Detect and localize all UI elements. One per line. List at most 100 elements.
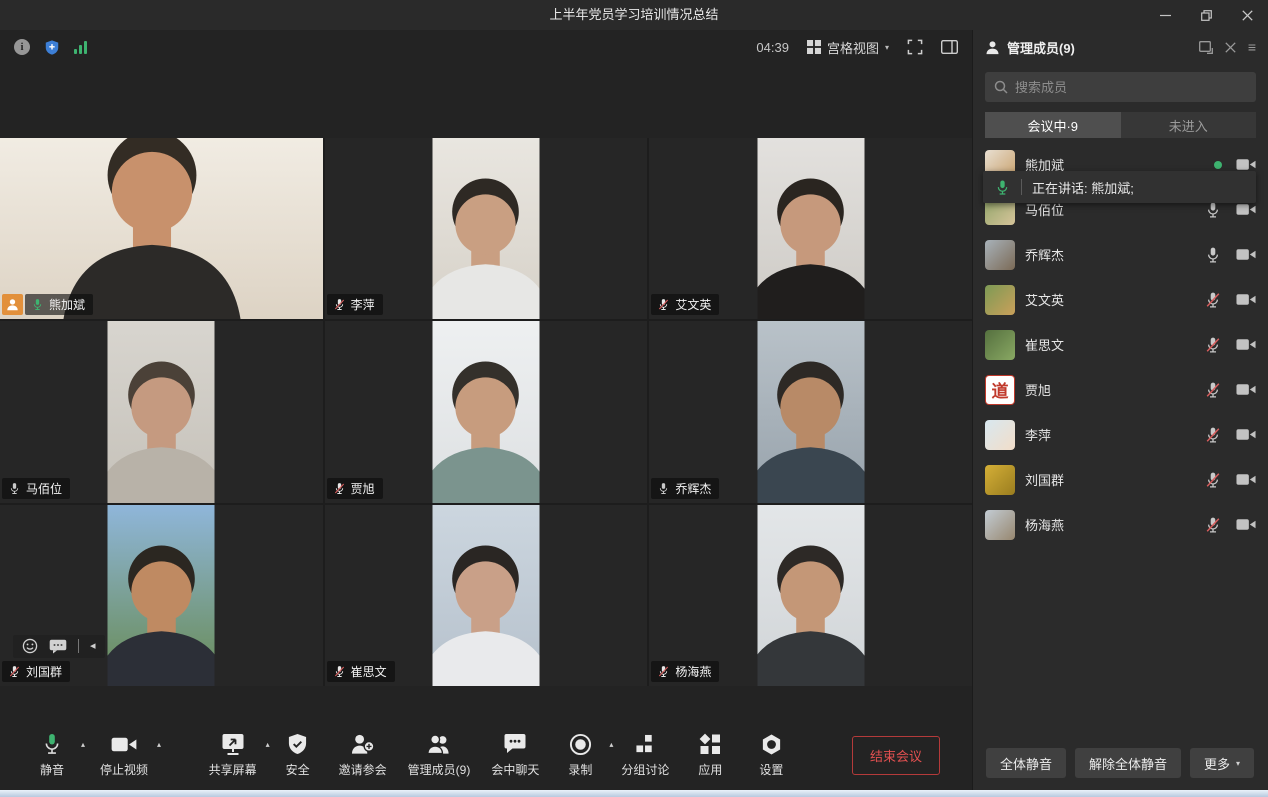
camera-icon [1236,518,1256,531]
camera-icon [1236,203,1256,216]
video-tile[interactable]: 贾旭 [325,321,648,502]
divider [1021,179,1022,195]
toolbar-item-invite[interactable]: 邀请参会 [339,732,387,778]
video-tile[interactable]: 杨海燕 [649,505,972,686]
toolbar-item-label: 静音 [40,761,64,778]
divider [78,639,79,653]
member-row[interactable]: 刘国群 [973,457,1268,502]
participant-name-tag: 崔思文 [327,661,395,682]
members-icon [985,40,1000,55]
participant-name: 艾文英 [675,296,711,313]
avatar [985,285,1015,315]
caret-up-icon[interactable]: ▴ [81,740,85,749]
member-row[interactable]: 李萍 [973,412,1268,457]
participant-name: 李萍 [351,296,375,313]
mute-all-button[interactable]: 全体静音 [986,748,1066,778]
search-box[interactable] [985,72,1256,102]
avatar [985,330,1015,360]
participant-name-tag: 李萍 [327,294,383,315]
camera-icon [1236,158,1256,171]
popout-panel-icon[interactable] [1199,41,1213,54]
speaking-toast-text: 正在讲话: 熊加斌; [1032,178,1134,197]
participant-name: 崔思文 [351,663,387,680]
toolbar-item-label: 安全 [286,761,310,778]
maximize-button[interactable] [1186,0,1227,30]
tab-in-meeting[interactable]: 会议中·9 [985,112,1121,138]
menu-icon[interactable]: ≡ [1248,39,1256,55]
apps-icon [699,732,721,756]
tab-not-joined[interactable]: 未进入 [1121,112,1257,138]
button-label: 解除全体静音 [1089,754,1167,773]
quick-chat-icon[interactable] [49,639,67,654]
camera-icon [1236,428,1256,441]
participant-name: 刘国群 [26,663,62,680]
participant-name: 马佰位 [26,480,62,497]
toolbar-left-group: ▴ 静音 ▴ 停止视频 [32,732,148,778]
meeting-topbar: i 04:39 宫格视图 ▾ [0,30,972,64]
video-tile[interactable]: 乔辉杰 [649,321,972,502]
toolbar-item-label: 录制 [568,761,592,778]
button-label: 全体静音 [1000,754,1052,773]
taskbar-edge [0,790,1268,797]
host-badge-icon [2,294,23,315]
share-screen-icon [220,732,246,756]
mic-muted-icon [333,298,346,311]
collapse-arrow-icon[interactable]: ◂ [90,641,96,652]
toolbar-item-record[interactable]: ▴ 录制 [560,732,600,778]
toolbar-item-security[interactable]: 安全 [278,732,318,778]
caret-up-icon[interactable]: ▴ [609,740,613,749]
toolbar-item-share-screen[interactable]: ▴ 共享屏幕 [209,732,257,778]
video-tile[interactable]: 崔思文 [325,505,648,686]
more-button[interactable]: 更多▾ [1190,748,1254,778]
fullscreen-button[interactable] [907,39,923,55]
search-input[interactable] [1015,80,1247,95]
caret-up-icon[interactable]: ▴ [266,740,270,749]
window-title: 上半年党员学习培训情况总结 [0,0,1268,30]
video-tile[interactable]: 艾文英 [649,138,972,319]
unmute-all-button[interactable]: 解除全体静音 [1075,748,1181,778]
toolbar-item-apps[interactable]: 应用 [690,732,730,778]
member-name: 刘国群 [1025,470,1194,489]
toolbar-item-chat[interactable]: 会中聊天 [491,732,539,778]
network-signal-icon[interactable] [74,41,87,54]
person-silhouette [432,536,539,686]
mic-muted-icon [333,665,346,678]
close-button[interactable] [1227,0,1268,30]
mic-active-icon [994,179,1011,196]
search-icon [994,80,1008,94]
toolbar-item-breakout[interactable]: 分组讨论 [621,732,669,778]
member-name: 李萍 [1025,425,1194,444]
reaction-bar[interactable]: ◂ [13,635,105,658]
meeting-info-icon[interactable]: i [14,39,30,55]
toolbar-item-settings[interactable]: 设置 [751,732,791,778]
close-panel-icon[interactable] [1225,42,1236,53]
member-row[interactable]: 崔思文 [973,322,1268,367]
member-row[interactable]: 乔辉杰 [973,232,1268,277]
panel-toggle-button[interactable] [941,40,958,54]
mic-muted-icon [1204,336,1222,354]
minimize-button[interactable] [1145,0,1186,30]
view-mode-button[interactable]: 宫格视图 ▾ [807,38,889,57]
video-tile[interactable]: 马佰位 [0,321,323,502]
video-tile[interactable]: 熊加斌 [0,138,323,319]
titlebar: 上半年党员学习培训情况总结 [0,0,1268,30]
avatar [985,465,1015,495]
participant-video [108,321,215,502]
caret-up-icon[interactable]: ▴ [157,740,161,749]
participant-video [432,321,539,502]
video-tile[interactable]: 李萍 [325,138,648,319]
emoji-icon[interactable] [22,638,38,654]
toolbar-item-stop-video[interactable]: ▴ 停止视频 [100,732,148,778]
mic-muted-icon [1204,516,1222,534]
shield-plus-icon[interactable] [44,39,60,56]
member-row[interactable]: 杨海燕 [973,502,1268,547]
member-row[interactable]: 道贾旭 [973,367,1268,412]
mic-muted-icon [1204,381,1222,399]
toolbar-item-mute[interactable]: ▴ 静音 [32,732,72,778]
toolbar-item-members[interactable]: 管理成员(9) [408,732,471,778]
participant-name-tag: 刘国群 [2,661,70,682]
video-tile[interactable]: ◂ 刘国群 [0,505,323,686]
end-meeting-button[interactable]: 结束会议 [852,736,940,775]
camera-icon [1236,248,1256,261]
member-row[interactable]: 艾文英 [973,277,1268,322]
